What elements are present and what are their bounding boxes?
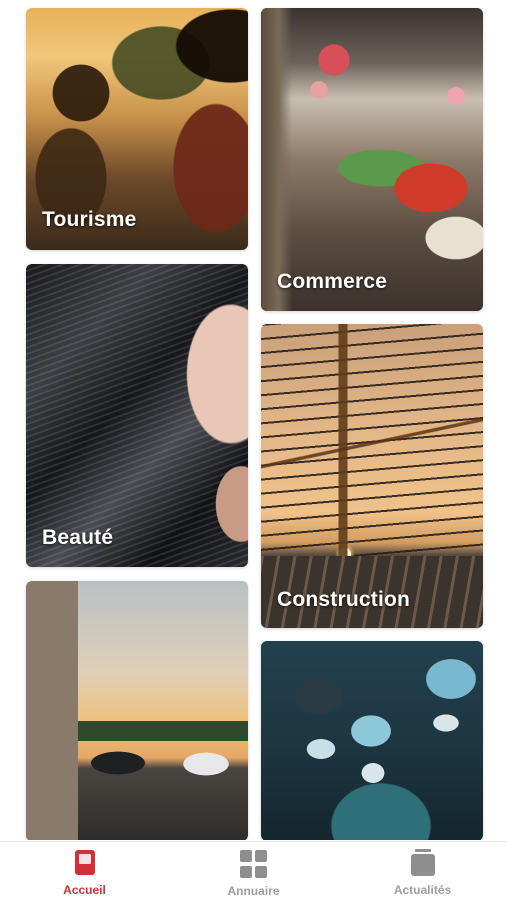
- commerce-image: [261, 8, 483, 311]
- beaute-image: [26, 264, 248, 567]
- automobile-image: [26, 581, 248, 840]
- tab-annuaire[interactable]: Annuaire: [179, 842, 329, 898]
- category-card-beaute[interactable]: Beauté: [26, 264, 248, 567]
- tab-actualites[interactable]: Actualités: [348, 842, 498, 897]
- category-card-commerce[interactable]: Commerce: [261, 8, 483, 311]
- category-label: Construction: [277, 588, 411, 611]
- news-icon: [409, 849, 437, 877]
- tab-label: Actualités: [393, 883, 452, 897]
- sante-image: [261, 641, 483, 840]
- category-card-tourisme[interactable]: Tourisme: [26, 8, 248, 250]
- bottom-tab-bar: Accueil Annuaire Actualités: [0, 841, 507, 901]
- tab-accueil[interactable]: Accueil: [10, 842, 160, 897]
- category-label: Commerce: [277, 270, 388, 293]
- home-icon: [71, 849, 99, 877]
- tab-label: Annuaire: [227, 884, 280, 898]
- construction-image: [261, 324, 483, 628]
- category-label: Tourisme: [42, 208, 137, 231]
- category-feed: Tourisme Commerce Beauté Construction: [0, 0, 507, 840]
- category-label: Beauté: [42, 526, 114, 549]
- category-card-construction[interactable]: Construction: [261, 324, 483, 628]
- grid-icon: [239, 849, 268, 878]
- category-card-automobile[interactable]: [26, 581, 248, 840]
- tab-label: Accueil: [63, 883, 106, 897]
- category-card-sante[interactable]: [261, 641, 483, 840]
